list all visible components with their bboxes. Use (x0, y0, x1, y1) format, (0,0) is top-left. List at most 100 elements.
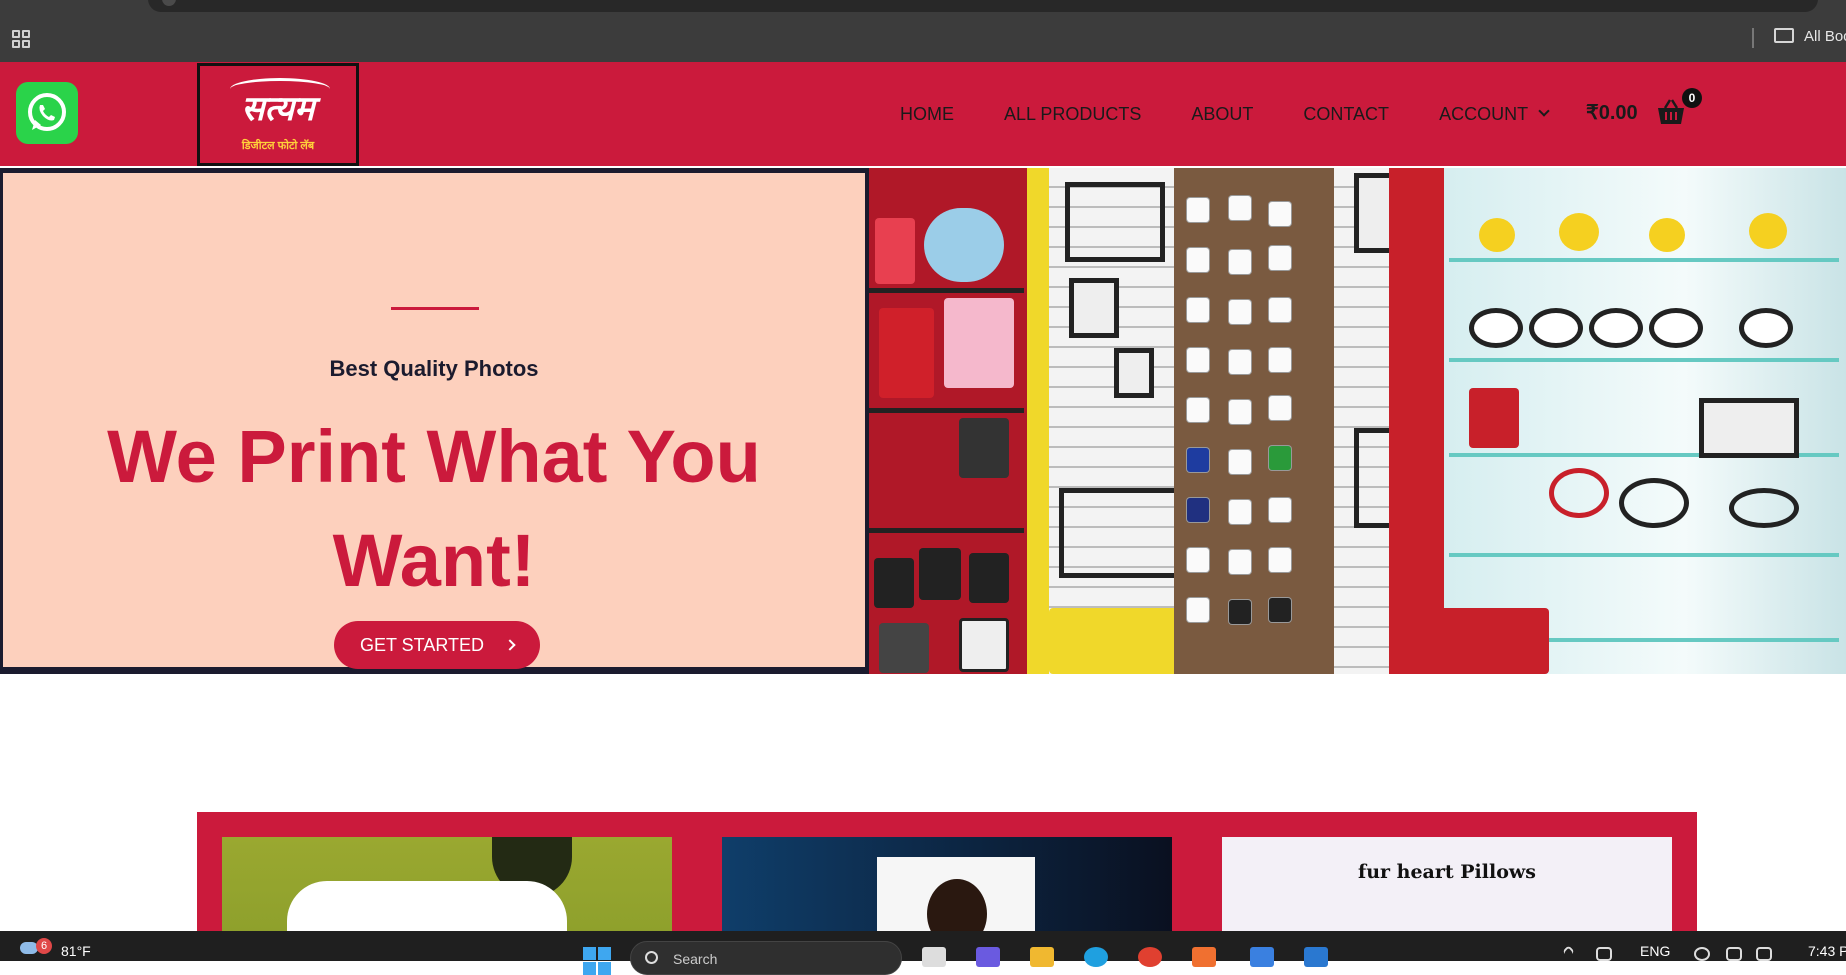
mug (1269, 202, 1291, 226)
windows-taskbar: 6 81°F Search ENG 7:43 PM (0, 931, 1846, 975)
glass-shelf (1449, 258, 1839, 262)
mug (1269, 446, 1291, 470)
photo-frame (874, 558, 914, 608)
taskbar-search[interactable]: Search (630, 941, 902, 975)
product-card-heart-pillows[interactable]: fur heart Pillows (1222, 837, 1672, 936)
wifi-icon[interactable] (1694, 947, 1710, 961)
mug-image (287, 881, 567, 936)
mug (1229, 600, 1251, 624)
nav-contact[interactable]: CONTACT (1303, 104, 1389, 125)
chevron-right-icon (504, 639, 516, 651)
product-card-mug[interactable] (222, 837, 672, 936)
birthday-frame (1059, 488, 1179, 578)
chevron-down-icon (1538, 105, 1550, 117)
task-view-icon[interactable] (922, 947, 946, 967)
site-info-icon[interactable] (162, 0, 176, 6)
store-yellow-panel (1027, 168, 1049, 674)
photo-plate (1589, 308, 1643, 348)
apps-grid-icon[interactable] (12, 30, 30, 48)
cart-count-badge: 0 (1682, 88, 1702, 108)
mug (1187, 398, 1209, 422)
copilot-icon[interactable] (976, 947, 1000, 967)
mug (1269, 548, 1291, 572)
pillow (879, 308, 934, 398)
all-bookmarks-link[interactable]: All Bookmarks (1804, 28, 1846, 45)
file-explorer-icon[interactable] (1030, 947, 1054, 967)
photo-subject (927, 879, 987, 936)
mug (1187, 448, 1209, 472)
main-nav: HOME ALL PRODUCTS ABOUT CONTACT ACCOUNT (900, 62, 1598, 166)
mug (1229, 350, 1251, 374)
photo-plate (1649, 308, 1703, 348)
hero-title: We Print What You Want! (107, 415, 761, 602)
collage-frame (1069, 278, 1119, 338)
bookmarks-separator (1752, 28, 1754, 48)
photo-frame (879, 623, 929, 673)
temperature[interactable]: 81°F (61, 943, 91, 959)
logo-text: सत्यम (241, 89, 315, 129)
hero-section: Best Quality Photos We Print What You Wa… (0, 168, 1846, 674)
chrome-icon[interactable] (1138, 947, 1162, 967)
nav-account[interactable]: ACCOUNT (1439, 103, 1550, 125)
mug (1229, 250, 1251, 274)
whatsapp-button[interactable] (16, 82, 78, 144)
heart-frame (1729, 488, 1799, 528)
glass-shelf (1449, 553, 1839, 557)
notepad-icon[interactable] (1250, 947, 1274, 967)
mug (1187, 198, 1209, 222)
shelf (869, 528, 1024, 533)
heart-frame (1549, 468, 1609, 518)
chevron-up-icon[interactable] (1562, 945, 1575, 958)
nav-about[interactable]: ABOUT (1191, 104, 1253, 125)
windows-start-icon[interactable] (583, 947, 611, 975)
language-indicator[interactable]: ENG (1640, 943, 1670, 959)
mug (1187, 348, 1209, 372)
red-counter (1429, 608, 1549, 674)
product-card-photo-frame[interactable] (722, 837, 1172, 936)
heart-pillow (924, 208, 1004, 282)
nav-account-label: ACCOUNT (1439, 103, 1529, 124)
photo-print-image (877, 857, 1035, 936)
browser-toolbar: All Bookmarks (0, 0, 1846, 62)
hero-divider (391, 307, 479, 310)
emoji-item (1649, 218, 1685, 252)
product-grid: fur heart Pillows (197, 812, 1697, 936)
nav-home[interactable]: HOME (900, 104, 954, 125)
mug (1187, 598, 1209, 622)
get-started-button[interactable]: GET STARTED (334, 621, 540, 669)
cart-total[interactable]: ₹0.00 (1586, 100, 1638, 125)
battery-icon[interactable] (1756, 947, 1772, 961)
mug (1229, 400, 1251, 424)
mug (1187, 298, 1209, 322)
search-icon (645, 951, 658, 964)
photo-frame (959, 418, 1009, 478)
onedrive-icon[interactable] (1596, 947, 1612, 961)
clock[interactable]: 7:43 PM (1808, 943, 1846, 959)
emoji-item (1559, 213, 1599, 251)
shelf (869, 288, 1024, 293)
app-icon[interactable] (1192, 947, 1216, 967)
folder-icon[interactable] (1774, 28, 1794, 43)
weather-badge: 6 (36, 938, 52, 954)
collage-frame (1114, 348, 1154, 398)
get-started-label: GET STARTED (360, 634, 485, 655)
mug (1269, 498, 1291, 522)
basket-icon[interactable] (1656, 98, 1686, 126)
sweet-baby-frame (1065, 182, 1165, 262)
photo-frame (969, 553, 1009, 603)
gift-item (875, 218, 915, 284)
site-logo[interactable]: सत्यम डिजीटल फोटो लॅब (197, 63, 359, 166)
edge-icon[interactable] (1084, 947, 1108, 967)
vscode-icon[interactable] (1304, 947, 1328, 967)
shelf (869, 408, 1024, 413)
volume-icon[interactable] (1726, 947, 1742, 961)
nav-all-products[interactable]: ALL PRODUCTS (1004, 104, 1141, 125)
hero-store-image (869, 168, 1846, 674)
hero-text-panel: Best Quality Photos We Print What You Wa… (3, 173, 865, 669)
photo-frame (919, 548, 961, 600)
photo-plate (1739, 308, 1793, 348)
mug (1269, 246, 1291, 270)
glass-shelf (1449, 358, 1839, 362)
address-bar[interactable] (148, 0, 1818, 12)
whatsapp-icon (28, 93, 66, 131)
